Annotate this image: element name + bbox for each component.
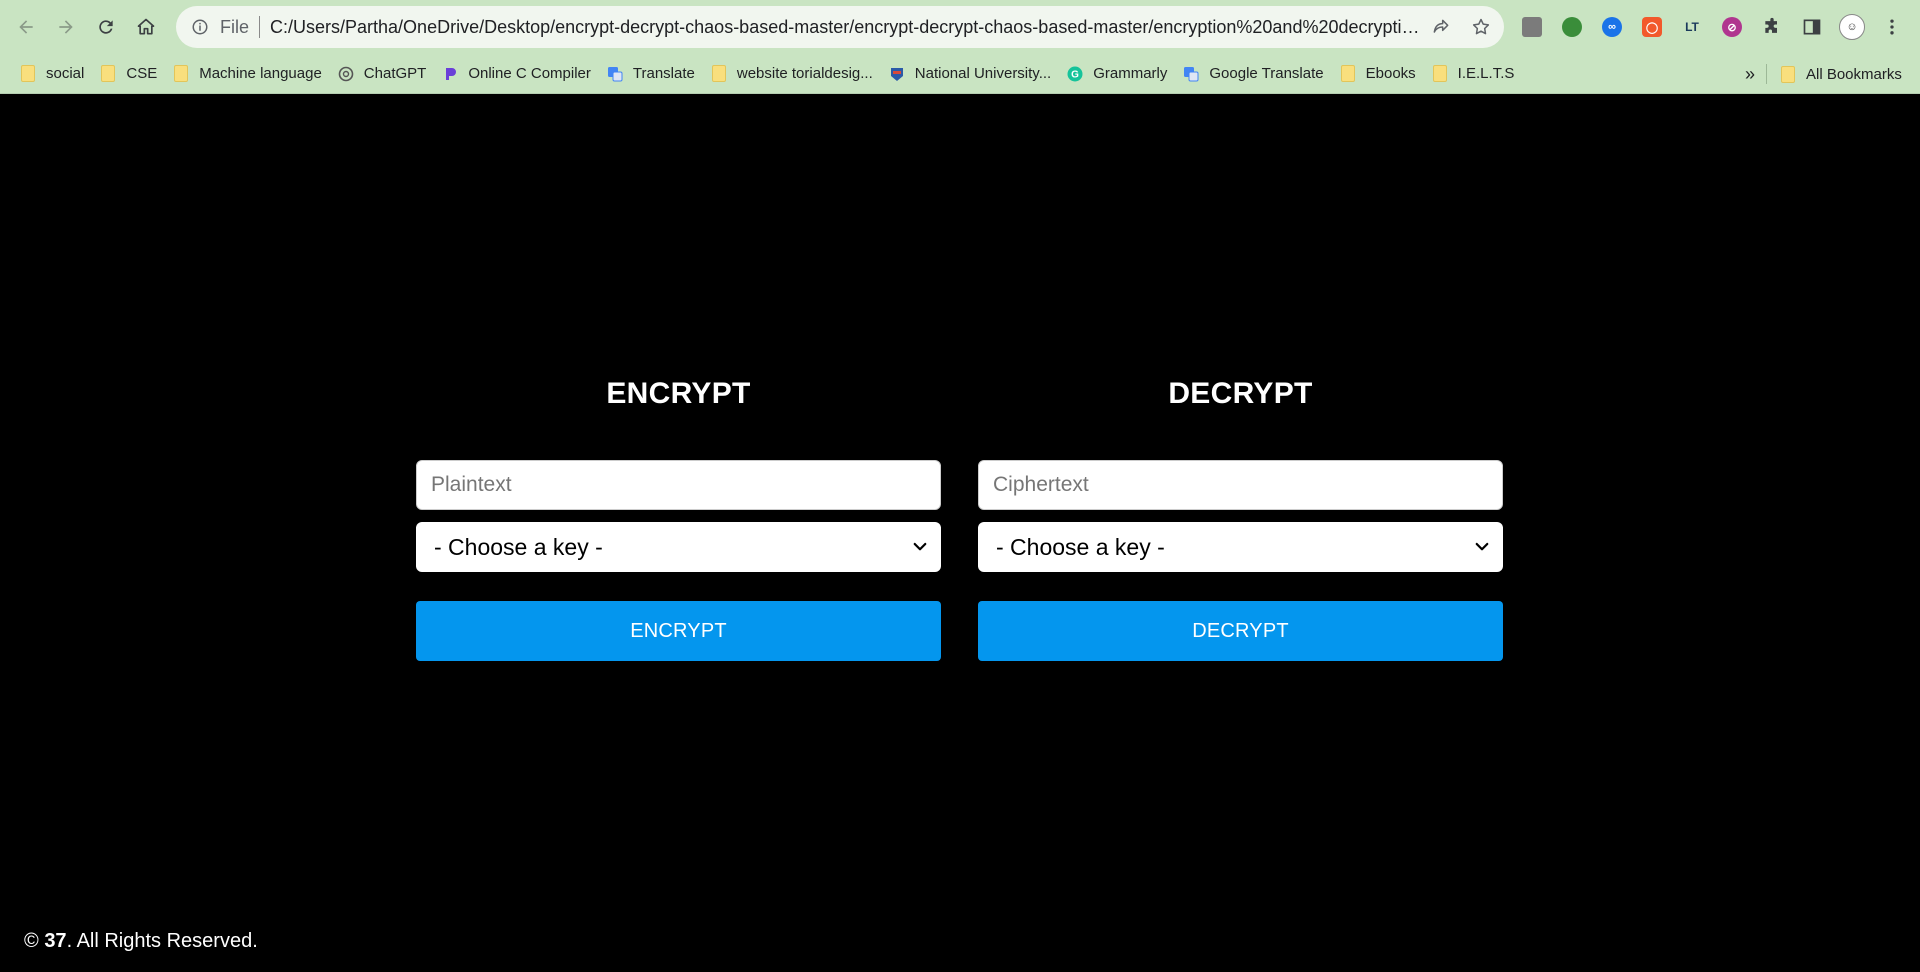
home-icon [137, 18, 155, 35]
folder-icon [711, 65, 727, 82]
chatgpt-icon [338, 66, 354, 82]
back-arrow-icon [19, 20, 33, 34]
folder-icon [1340, 65, 1356, 82]
folder-icon [173, 65, 189, 82]
encrypt-button[interactable]: ENCRYPT [416, 601, 941, 661]
bookmark-social[interactable]: social [14, 59, 94, 89]
home-button[interactable] [126, 7, 166, 47]
bookmark-label: National University... [914, 65, 1052, 82]
extension-infinity-icon[interactable]: ∞ [1592, 7, 1632, 47]
chevron-down-icon [913, 542, 927, 551]
bookmark-label: Online C Compiler [468, 65, 591, 82]
university-icon [889, 66, 905, 82]
decrypt-panel: DECRYPT - Choose a key - DECRYPT [978, 374, 1503, 661]
bookmark-label: I.E.L.T.S [1457, 65, 1515, 82]
url-scheme-label: File [220, 16, 250, 37]
footer-number: 37 [44, 930, 67, 952]
forward-arrow-icon [59, 20, 73, 34]
bookmark-ebooks[interactable]: Ebooks [1334, 59, 1426, 89]
decrypt-heading: DECRYPT [1168, 377, 1313, 410]
extension-globe-icon[interactable] [1552, 7, 1592, 47]
extension-languagetool-icon[interactable]: LT [1672, 7, 1712, 47]
decrypt-key-select-value: - Choose a key - [996, 533, 1165, 560]
site-info-icon[interactable] [190, 17, 210, 37]
bookmark-label: All Bookmarks [1806, 65, 1902, 83]
encrypt-key-select[interactable]: - Choose a key - [416, 522, 941, 572]
omnibox-actions [1428, 6, 1494, 48]
bookmarks-divider [1766, 64, 1767, 84]
url-text[interactable]: C:/Users/Partha/OneDrive/Desktop/encrypt… [270, 17, 1420, 38]
bookmark-ielts[interactable]: I.E.L.T.S [1426, 59, 1525, 89]
footer-copyright: © 37. All Rights Reserved. [24, 930, 258, 953]
plaintext-input[interactable] [416, 460, 941, 510]
folder-icon [1780, 65, 1796, 83]
more-bookmarks-chevron-icon[interactable]: » [1738, 59, 1762, 89]
bookmark-grammarly[interactable]: G Grammarly [1061, 59, 1177, 89]
extension-grid-icon[interactable] [1512, 7, 1552, 47]
address-bar[interactable]: File C:/Users/Partha/OneDrive/Desktop/en… [176, 6, 1504, 48]
bookmark-google-translate[interactable]: Google Translate [1177, 59, 1333, 89]
page-content: ENCRYPT - Choose a key - ENCRYPT DECRYPT… [0, 94, 1920, 972]
encrypt-heading: ENCRYPT [606, 377, 751, 410]
bookmark-label: Machine language [199, 65, 322, 82]
bookmark-star-icon[interactable] [1468, 14, 1494, 40]
share-icon[interactable] [1428, 14, 1454, 40]
svg-text:G: G [1071, 69, 1079, 80]
bookmark-label: Translate [632, 65, 695, 82]
bookmark-label: website torialdesig... [736, 65, 873, 82]
reload-button[interactable] [86, 7, 126, 47]
omnibox-divider [259, 16, 261, 38]
forward-button[interactable] [46, 7, 86, 47]
bookmark-translate[interactable]: Translate [601, 59, 705, 89]
side-panel-icon[interactable] [1792, 7, 1832, 47]
ciphertext-input[interactable] [978, 460, 1503, 510]
bookmark-national-university[interactable]: National University... [883, 59, 1061, 89]
extension-block-icon[interactable]: ⊘ [1712, 7, 1752, 47]
bookmark-chatgpt[interactable]: ChatGPT [332, 59, 437, 89]
folder-icon [100, 65, 116, 82]
translate-icon [1183, 66, 1199, 82]
encrypt-panel: ENCRYPT - Choose a key - ENCRYPT [416, 374, 941, 661]
back-button[interactable] [6, 7, 46, 47]
folder-icon [1432, 65, 1448, 82]
folder-icon [20, 65, 36, 82]
chevron-down-icon [1475, 542, 1489, 551]
encrypt-key-select-value: - Choose a key - [434, 533, 603, 560]
grammarly-icon: G [1067, 66, 1083, 82]
profile-avatar[interactable]: ☺ [1832, 7, 1872, 47]
bookmark-label: CSE [126, 65, 158, 82]
extension-record-icon[interactable]: ◯ [1632, 7, 1672, 47]
reload-icon [99, 20, 113, 34]
extensions-area: ∞ ◯ LT ⊘ ☺ [1512, 0, 1912, 54]
bookmark-website-torialdesign[interactable]: website torialdesig... [705, 59, 883, 89]
all-bookmarks-folder[interactable]: All Bookmarks [1774, 59, 1912, 89]
decrypt-button[interactable]: DECRYPT [978, 601, 1503, 661]
bookmark-label: Grammarly [1093, 65, 1168, 82]
bookmark-label: Ebooks [1365, 65, 1416, 82]
bookmarks-bar: social CSE Machine language ChatGPT Onli… [0, 54, 1920, 94]
extensions-puzzle-icon[interactable] [1752, 7, 1792, 47]
compiler-icon [442, 66, 458, 82]
bookmark-online-c-compiler[interactable]: Online C Compiler [436, 59, 601, 89]
bookmark-label: social [46, 65, 85, 82]
browser-menu-icon[interactable] [1872, 7, 1912, 47]
decrypt-key-select[interactable]: - Choose a key - [978, 522, 1503, 572]
copyright-symbol: © [24, 930, 39, 952]
browser-toolbar: File C:/Users/Partha/OneDrive/Desktop/en… [0, 0, 1920, 54]
bookmark-label: Google Translate [1209, 65, 1324, 82]
bookmark-cse[interactable]: CSE [94, 59, 167, 89]
footer-text: . All Rights Reserved. [66, 930, 258, 952]
translate-icon [607, 66, 623, 82]
bookmark-label: ChatGPT [363, 65, 427, 82]
bookmark-machine-language[interactable]: Machine language [167, 59, 332, 89]
